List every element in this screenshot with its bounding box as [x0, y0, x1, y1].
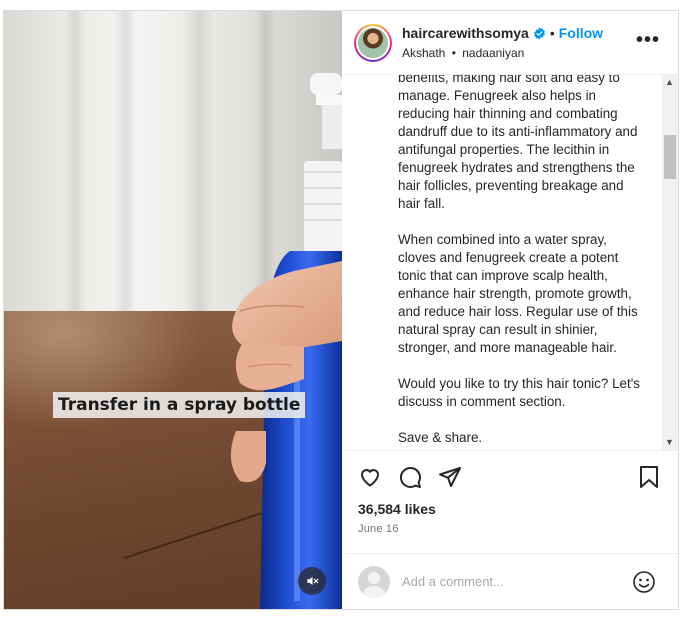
share-icon[interactable]: [438, 465, 462, 494]
header-dot-separator: •: [549, 24, 555, 41]
caption-paragraph: benefits, making hair soft and easy to m…: [398, 75, 638, 211]
spray-bottle-with-hand: [230, 73, 342, 609]
profile-avatar[interactable]: [354, 23, 392, 62]
post-video[interactable]: Transfer in a spray bottle: [4, 11, 342, 609]
likes-count[interactable]: 36,584 likes: [342, 501, 678, 517]
scroll-down-icon[interactable]: ▼: [665, 437, 674, 447]
comment-icon[interactable]: [398, 465, 422, 494]
caption-scrollbar[interactable]: ▲ ▼: [662, 75, 678, 450]
comment-input[interactable]: [402, 574, 632, 589]
post-date[interactable]: June 16: [342, 523, 678, 535]
instagram-post: Transfer in a spray bottle haircarewiths…: [3, 10, 679, 610]
post-caption: benefits, making hair soft and easy to m…: [398, 75, 648, 450]
audio-separator: •: [451, 45, 456, 60]
avatar-border: [356, 25, 390, 60]
emoji-icon[interactable]: [632, 570, 656, 594]
heart-icon[interactable]: [358, 465, 382, 494]
scroll-thumb[interactable]: [664, 135, 676, 179]
comment-bar: [342, 553, 678, 609]
post-header: haircarewithsomya • Follow Akshath • nad…: [342, 11, 678, 75]
audio-track: nadaaniyan: [462, 45, 525, 60]
avatar-image: [358, 27, 388, 58]
scroll-up-icon[interactable]: ▲: [665, 77, 674, 87]
caption-paragraph: When combined into a water spray, cloves…: [398, 232, 638, 355]
mute-button[interactable]: [298, 567, 326, 595]
verified-badge-icon: [533, 27, 546, 40]
header-text: haircarewithsomya • Follow Akshath • nad…: [402, 25, 603, 60]
post-side-panel: haircarewithsomya • Follow Akshath • nad…: [342, 11, 678, 609]
caption-paragraph: Would you like to try this hair tonic? L…: [398, 376, 640, 409]
follow-button[interactable]: Follow: [559, 25, 603, 42]
action-bar: [342, 451, 678, 499]
header-row-username: haircarewithsomya • Follow: [402, 25, 603, 42]
user-avatar: [358, 565, 390, 598]
audio-artist: Akshath: [402, 45, 446, 60]
more-options-icon[interactable]: •••: [636, 30, 660, 50]
username-link[interactable]: haircarewithsomya: [402, 25, 529, 42]
caption-scroll-area[interactable]: benefits, making hair soft and easy to m…: [342, 75, 678, 451]
audio-info[interactable]: Akshath • nadaaniyan: [402, 46, 603, 60]
bookmark-icon[interactable]: [638, 465, 660, 494]
caption-paragraph: Save & share.: [398, 430, 483, 445]
video-caption-overlay: Transfer in a spray bottle: [53, 392, 306, 418]
muted-speaker-icon: [307, 576, 319, 586]
